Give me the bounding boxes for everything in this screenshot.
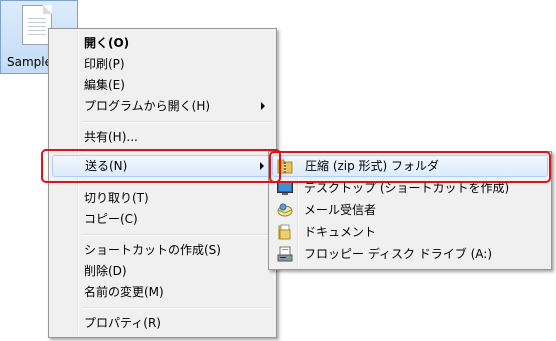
menu-item-label: 編集(E): [84, 78, 125, 92]
menu-item-create-shortcut[interactable]: ショートカットの作成(S): [52, 239, 273, 261]
send-to-item-label: デスクトップ (ショートカットを作成): [304, 181, 510, 195]
send-to-item-label: フロッピー ディスク ドライブ (A:): [304, 247, 493, 261]
menu-item-label: ショートカットの作成(S): [84, 243, 221, 257]
menu-item-label: 送る(N): [85, 159, 128, 173]
menu-separator: [82, 151, 272, 153]
floppy-drive-icon: [277, 246, 293, 262]
menu-item-label: 名前の変更(M): [84, 285, 164, 299]
menu-item-label: 開く(O): [84, 36, 130, 50]
mail-icon: [277, 202, 293, 218]
submenu-arrow-icon: [260, 162, 264, 170]
menu-item-open[interactable]: 開く(O): [52, 32, 273, 54]
menu-item-properties[interactable]: プロパティ(R): [52, 312, 273, 334]
menu-item-delete[interactable]: 削除(D): [52, 260, 273, 282]
send-to-submenu: 圧縮 (zip 形式) フォルダ デスクトップ (ショートカットを作成) メール…: [268, 151, 552, 270]
menu-item-print[interactable]: 印刷(P): [52, 53, 273, 75]
context-menu: 開く(O) 印刷(P) 編集(E) プログラムから開く(H) 共有(H)... …: [48, 28, 277, 338]
send-to-item-label: 圧縮 (zip 形式) フォルダ: [305, 159, 440, 173]
menu-item-send-to[interactable]: 送る(N): [52, 155, 273, 177]
menu-item-label: プロパティ(R): [84, 316, 161, 330]
file-name-label: Sample: [7, 55, 52, 69]
menu-item-label: 切り取り(T): [84, 191, 149, 205]
send-to-item-label: ドキュメント: [304, 225, 377, 239]
menu-item-label: プログラムから開く(H): [84, 99, 211, 113]
send-to-documents[interactable]: ドキュメント: [272, 221, 548, 243]
submenu-arrow-icon: [261, 102, 265, 110]
desktop-icon: [277, 180, 293, 196]
menu-separator: [82, 307, 272, 309]
zip-folder-icon: [277, 158, 293, 174]
menu-item-edit[interactable]: 編集(E): [52, 74, 273, 96]
menu-item-rename[interactable]: 名前の変更(M): [52, 281, 273, 303]
menu-item-share[interactable]: 共有(H)...: [52, 126, 273, 148]
send-to-desktop[interactable]: デスクトップ (ショートカットを作成): [272, 177, 548, 199]
send-to-item-label: メール受信者: [304, 203, 377, 217]
documents-icon: [277, 224, 293, 240]
menu-separator: [82, 182, 272, 184]
menu-item-label: コピー(C): [84, 212, 138, 226]
menu-item-label: 印刷(P): [84, 57, 125, 71]
menu-separator: [82, 234, 272, 236]
send-to-mail-recipient[interactable]: メール受信者: [272, 199, 548, 221]
menu-item-label: 削除(D): [84, 264, 127, 278]
menu-item-copy[interactable]: コピー(C): [52, 208, 273, 230]
menu-item-label: 共有(H)...: [84, 130, 138, 144]
menu-item-open-with[interactable]: プログラムから開く(H): [52, 95, 273, 117]
send-to-floppy-drive[interactable]: フロッピー ディスク ドライブ (A:): [272, 243, 548, 265]
send-to-zip-folder[interactable]: 圧縮 (zip 形式) フォルダ: [272, 155, 548, 177]
menu-separator: [82, 121, 272, 123]
menu-item-cut[interactable]: 切り取り(T): [52, 187, 273, 209]
